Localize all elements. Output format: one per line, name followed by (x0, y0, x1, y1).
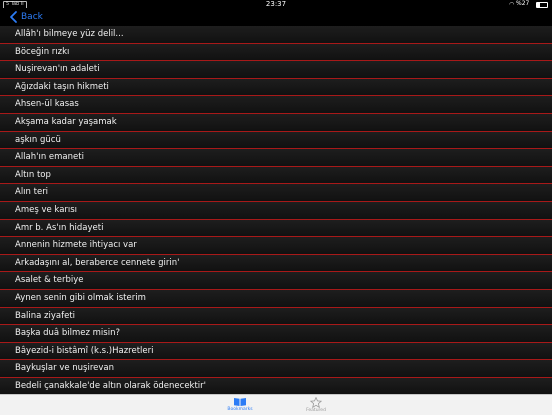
tab-featured-label: Featured (306, 408, 326, 413)
list-item[interactable]: Alın teri (0, 184, 552, 202)
story-list: Allâh'ı bilmeye yüz delil... Böceğin rız… (0, 26, 552, 394)
chevron-left-icon (10, 11, 17, 23)
list-item[interactable]: Amr b. As'ın hidayeti (0, 219, 552, 238)
list-item[interactable]: Asalet & terbiye (0, 272, 552, 290)
list-item[interactable]: Ameş ve karısı (0, 201, 552, 220)
list-item[interactable]: Aynen senin gibi olmak isterim (0, 289, 552, 308)
list-item[interactable]: Baykuşlar ve nuşirevan (0, 360, 552, 378)
tab-bookmarks[interactable]: Bookmarks (210, 395, 270, 415)
tab-bookmarks-label: Bookmarks (227, 407, 253, 412)
list-item[interactable]: Nuşirevan'ın adaleti (0, 61, 552, 79)
status-bar: 5 Tab lı 23:37 ◠ %27 (0, 0, 552, 9)
navigation-bar: Back (0, 8, 552, 26)
list-item[interactable]: Altın top (0, 166, 552, 185)
list-item[interactable]: Arkadaşını al, beraberce cennete girin' (0, 254, 552, 273)
list-item[interactable]: Allah'ın emaneti (0, 149, 552, 167)
tab-featured[interactable]: Featured (286, 395, 346, 415)
book-icon (234, 398, 246, 406)
tab-bar: Bookmarks Featured (0, 394, 552, 415)
star-icon (310, 397, 322, 408)
list-item[interactable]: Ağızdaki taşın hikmeti (0, 78, 552, 97)
list-item[interactable]: Akşama kadar yaşamak (0, 113, 552, 132)
status-time: 23:37 (265, 0, 287, 8)
list-item[interactable]: Başka duâ bilmez misin? (0, 325, 552, 343)
list-item[interactable]: Annenin hizmete ihtiyacı var (0, 237, 552, 255)
list-item[interactable]: Bâyezid-i bistâmî (k.s.)Hazretleri (0, 342, 552, 361)
battery-percentage: %27 (516, 0, 530, 7)
list-item[interactable]: Böceğin rızkı (0, 43, 552, 62)
back-button[interactable]: Back (8, 8, 43, 26)
back-label: Back (21, 12, 43, 22)
list-item[interactable]: Bedeli çanakkale'de altın olarak ödenece… (0, 377, 552, 394)
list-item[interactable]: Ahsen-ül kasas (0, 96, 552, 114)
list-item[interactable]: Balina ziyafeti (0, 307, 552, 326)
list-item[interactable]: Allâh'ı bilmeye yüz delil... (0, 26, 552, 44)
list-item[interactable]: aşkın gücü (0, 131, 552, 150)
